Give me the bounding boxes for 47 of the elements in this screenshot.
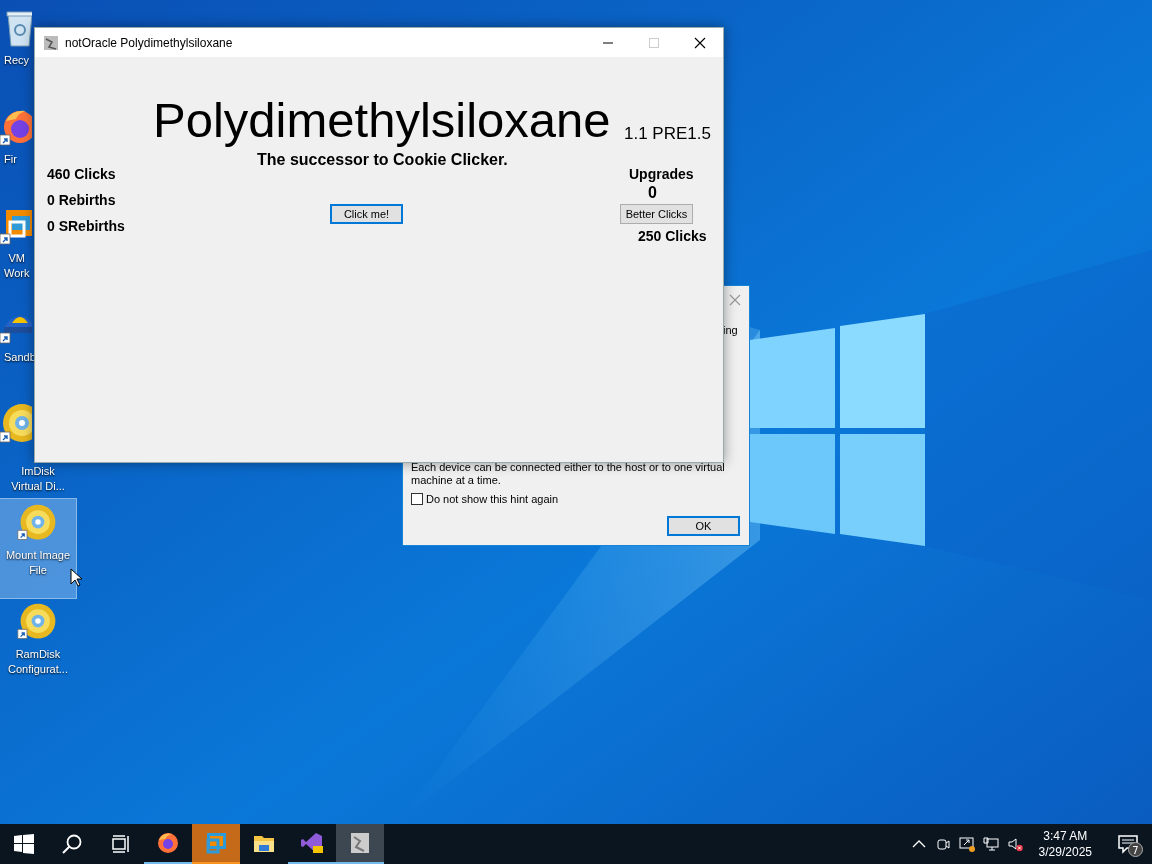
desktop-icon-label: Mount Image File: [5, 548, 71, 578]
stat-label: 0 SRebirths: [47, 218, 125, 235]
tagline: The successor to Cookie Clicker.: [257, 151, 508, 169]
desktop-icon-label[interactable]: ImDisk Virtual Di...: [11, 464, 65, 494]
checkbox-label[interactable]: Do not show this hint again: [426, 493, 559, 505]
window-title: notOracle Polydimethylsiloxane: [65, 35, 234, 50]
network-icon[interactable]: [982, 836, 999, 852]
upgrade-button[interactable]: Better Clicks: [620, 204, 693, 224]
desktop-icon-label[interactable]: Fir: [0, 152, 17, 167]
stat-label: 460 Clicks: [47, 166, 117, 183]
desktop-icon-label: RamDisk Configurat...: [8, 647, 68, 677]
firefox-icon: [156, 831, 180, 855]
desktop-icon-label[interactable]: VM Work: [0, 251, 30, 281]
ok-button[interactable]: OK: [667, 516, 740, 536]
app-icon: [43, 34, 59, 51]
date: 3/29/2025: [1038, 844, 1092, 860]
hint-message: Each device can be connected either to the host or to one virtual machine at a time.: [411, 461, 726, 487]
desktop-icon[interactable]: RamDisk Configurat...: [0, 598, 76, 697]
upgrades-count: 0: [648, 184, 657, 202]
checkbox[interactable]: [411, 493, 423, 505]
clock[interactable]: 3:47 AM 3/29/2025: [1030, 828, 1100, 860]
version-label: 1.1 PRE1.5: [624, 124, 711, 144]
vmware-icon: [204, 831, 228, 855]
visual-studio-icon: [300, 831, 324, 855]
notoracle-icon: [348, 831, 372, 855]
volume-muted-icon[interactable]: [1006, 836, 1023, 852]
message-icon: [1118, 834, 1138, 854]
notification-button[interactable]: 7: [1108, 824, 1148, 864]
close-icon[interactable]: [729, 294, 741, 306]
cursor-icon: [70, 568, 82, 587]
hint-text-fragment: ing: [723, 324, 738, 336]
search-icon: [61, 833, 83, 855]
notification-count: 7: [1128, 842, 1143, 857]
device-icon[interactable]: [934, 836, 951, 852]
stat-label: 0 Rebirths: [47, 192, 117, 209]
task-view-icon: [109, 833, 131, 855]
desktop-icon-label[interactable]: Recy: [0, 53, 30, 68]
windows-icon: [13, 833, 35, 855]
maximize-icon: [648, 36, 660, 49]
monitor-sync-icon[interactable]: [958, 836, 975, 852]
upgrade-cost: 250 Clicks: [638, 228, 707, 244]
upgrades-heading: Upgrades: [629, 166, 694, 182]
close-icon: [694, 36, 706, 49]
taskbar-app[interactable]: [336, 824, 384, 864]
time: 3:47 AM: [1042, 828, 1089, 844]
game-heading: Polydimethylsiloxane: [153, 92, 611, 148]
click-button[interactable]: Click me!: [330, 204, 403, 224]
